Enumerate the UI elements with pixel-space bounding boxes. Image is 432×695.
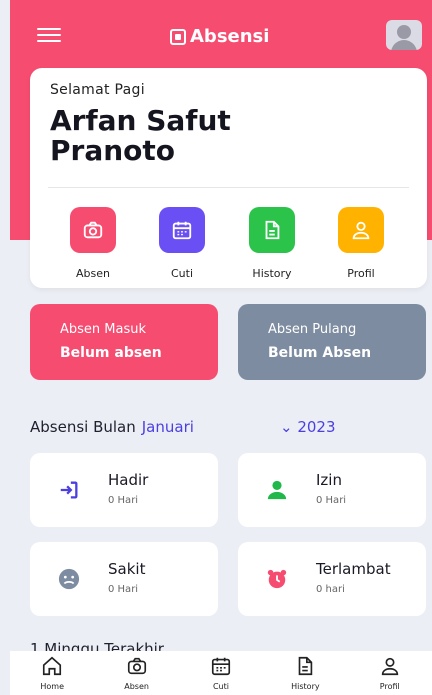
quick-action-label: Profil (347, 267, 375, 280)
app-brand: Absensi (170, 26, 269, 47)
app-bar: Absensi (10, 0, 432, 70)
app-title: Absensi (190, 26, 270, 47)
quick-action-cuti[interactable]: Cuti (147, 207, 217, 280)
stat-name: Izin (316, 471, 342, 489)
greeting-label: Selamat Pagi (50, 82, 145, 98)
nav-label: Profil (379, 682, 400, 691)
person-icon (266, 479, 288, 501)
user-icon (381, 657, 398, 676)
camera-icon (127, 657, 146, 675)
nav-label: History (291, 682, 320, 691)
nav-profil[interactable]: Profil (355, 655, 425, 691)
month-heading: Absensi Bulan Januari (30, 418, 194, 436)
stat-name: Sakit (108, 560, 146, 578)
year-select[interactable]: ⌄ 2023 (280, 418, 336, 436)
nav-history[interactable]: History (270, 655, 340, 691)
nav-absen[interactable]: Absen (102, 655, 172, 691)
nav-label: Absen (124, 682, 149, 691)
stat-value: 0 hari (316, 584, 345, 595)
quick-action-label: History (252, 267, 292, 280)
greeting-card: Selamat Pagi Arfan Safut Pranoto Absen C… (30, 68, 427, 288)
brand-logo-icon (170, 28, 186, 45)
quick-action-profil[interactable]: Profil (326, 207, 396, 280)
calendar-icon (159, 207, 205, 253)
document-icon (299, 656, 313, 676)
quick-action-label: Cuti (170, 267, 194, 280)
stat-card-hadir: Hadir 0 Hari (30, 453, 218, 527)
check-out-card[interactable]: Absen Pulang Belum Absen (238, 304, 426, 380)
stat-value: 0 Hari (316, 495, 347, 506)
document-icon (249, 207, 295, 253)
user-name: Arfan Safut Pranoto (50, 104, 231, 167)
stat-name: Terlambat (316, 560, 391, 578)
user-icon (338, 207, 384, 253)
month-select[interactable]: Januari (142, 418, 194, 436)
check-out-title: Absen Pulang (268, 322, 357, 337)
bottom-nav: Home Absen Cuti History Profil (10, 651, 432, 695)
stat-value: 0 Hari (108, 584, 139, 595)
divider (48, 187, 409, 188)
nav-label: Cuti (212, 682, 229, 691)
nav-label: Home (40, 682, 64, 691)
stat-card-sakit: Sakit 0 Hari (30, 542, 218, 616)
check-in-card[interactable]: Absen Masuk Belum absen (30, 304, 218, 380)
quick-action-history[interactable]: History (237, 207, 307, 280)
quick-action-label: Absen (76, 267, 110, 280)
camera-icon (70, 207, 116, 253)
check-out-value: Belum Absen (268, 345, 372, 361)
login-icon (58, 479, 80, 501)
sad-face-icon (58, 568, 80, 590)
stat-value: 0 Hari (108, 495, 139, 506)
calendar-icon (211, 657, 231, 676)
check-in-value: Belum absen (60, 345, 162, 361)
check-in-title: Absen Masuk (60, 322, 147, 337)
home-icon (43, 656, 62, 676)
hamburger-menu-icon[interactable] (37, 28, 61, 44)
stat-name: Hadir (108, 471, 149, 489)
nav-home[interactable]: Home (17, 655, 87, 691)
stat-card-terlambat: Terlambat 0 hari (238, 542, 426, 616)
avatar[interactable] (386, 20, 422, 50)
stat-card-izin: Izin 0 Hari (238, 453, 426, 527)
nav-cuti[interactable]: Cuti (186, 655, 256, 691)
month-label: Absensi Bulan (30, 418, 136, 436)
quick-action-absen[interactable]: Absen (58, 207, 128, 280)
alarm-clock-icon (266, 568, 288, 590)
